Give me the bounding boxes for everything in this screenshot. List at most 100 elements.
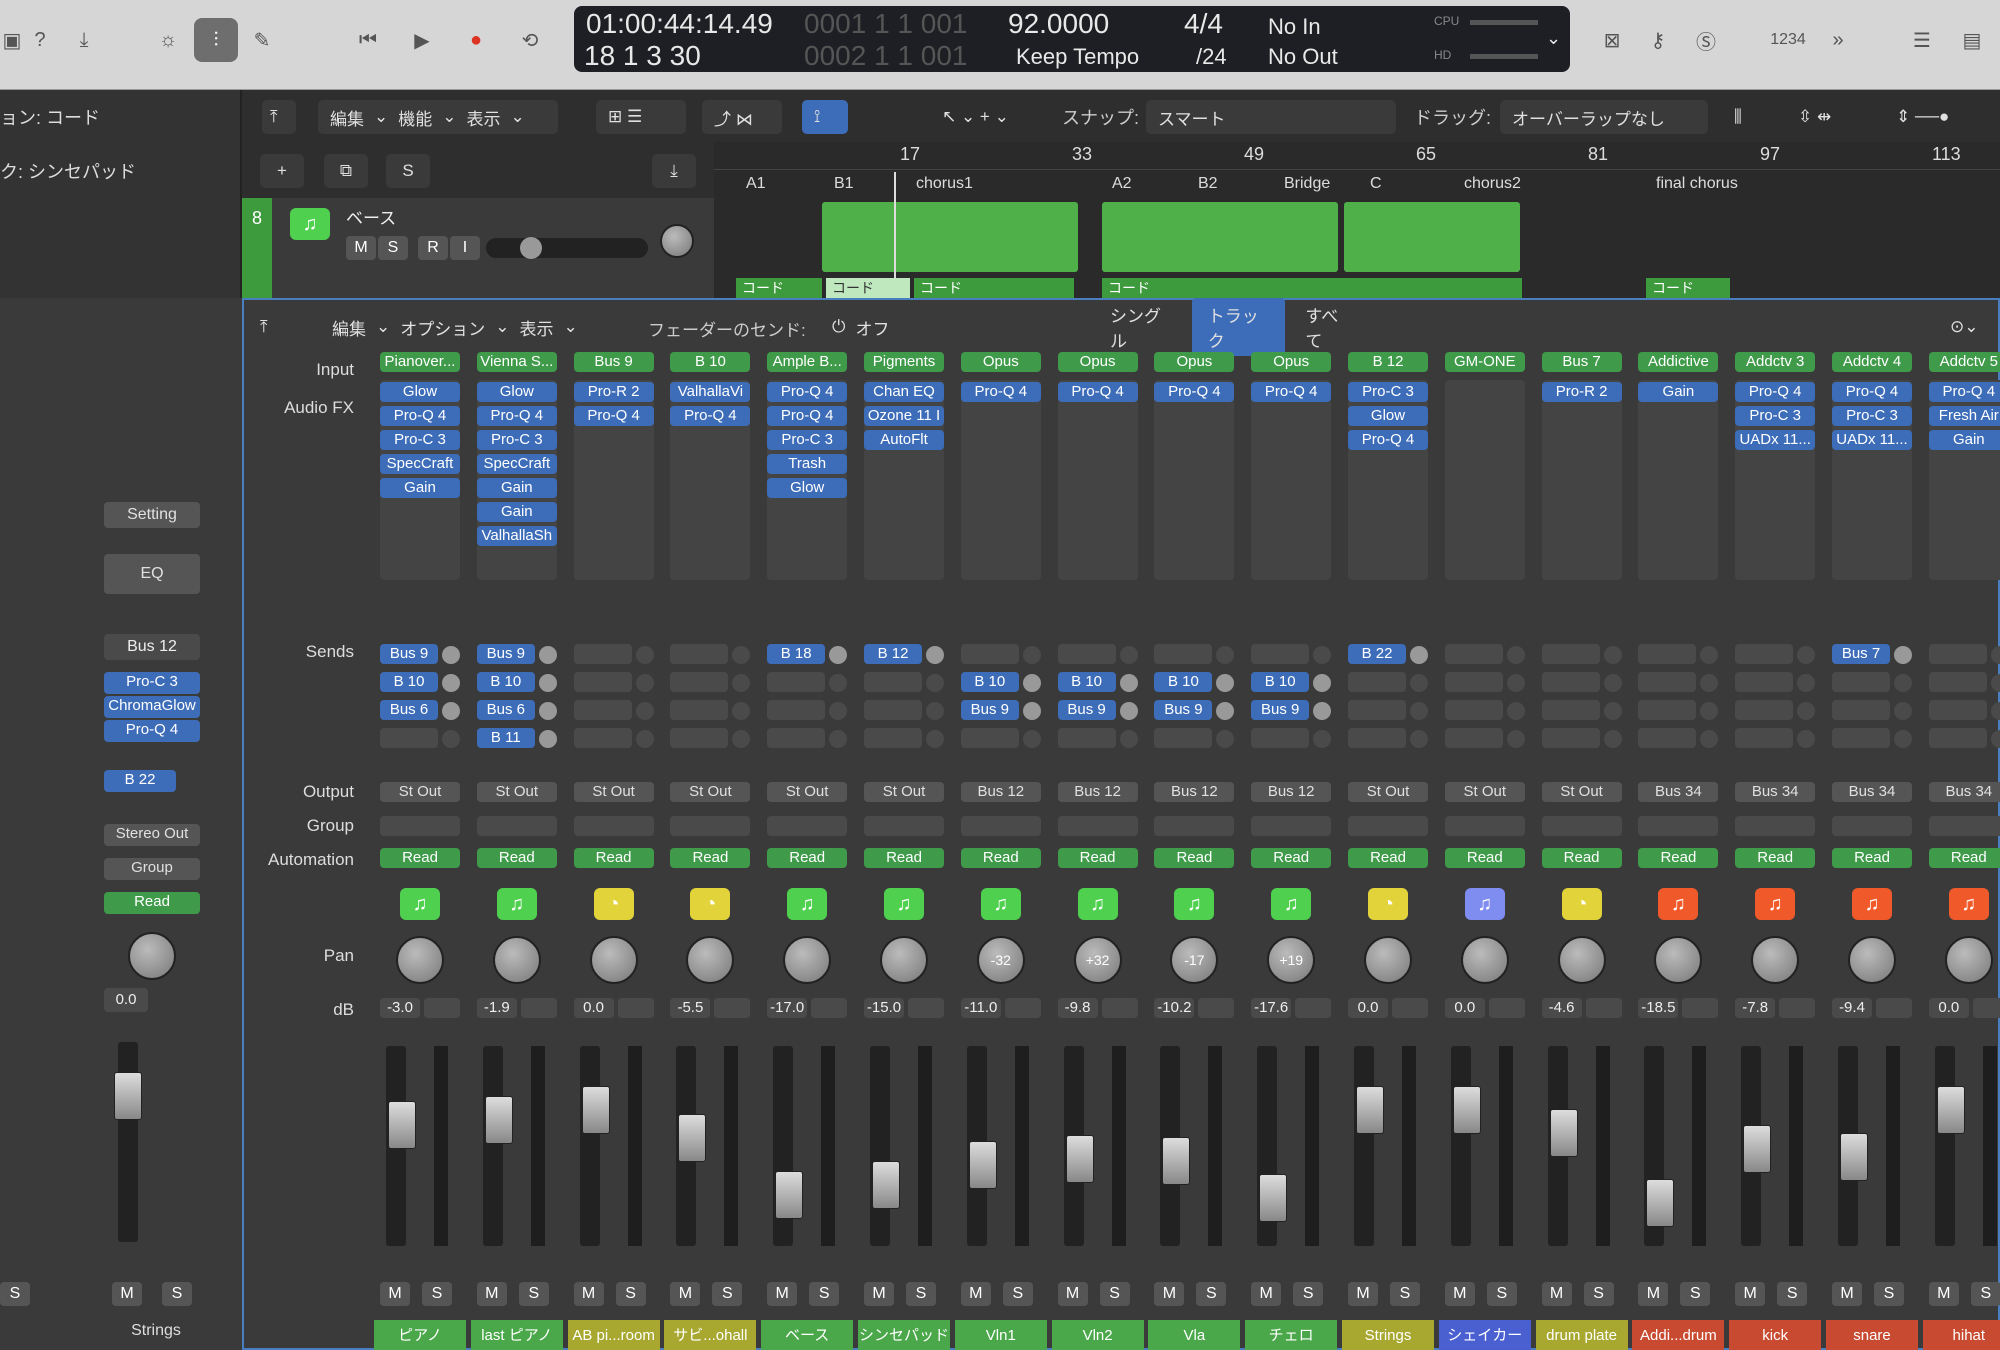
strip-name[interactable]: Addi...drum: [1632, 1320, 1725, 1350]
tempo-mode[interactable]: Keep Tempo: [1016, 44, 1139, 70]
output-slot[interactable]: St Out: [767, 782, 848, 802]
volume-fader[interactable]: [676, 1046, 707, 1246]
solo-button[interactable]: S: [422, 1282, 452, 1306]
input-slot[interactable]: Addctv 5: [1928, 352, 2000, 372]
send-level-knob[interactable]: [442, 730, 460, 748]
mute-button[interactable]: M: [1444, 1282, 1475, 1306]
back-icon[interactable]: ⤒: [262, 100, 296, 134]
view-segmented[interactable]: シングル トラック すべて: [1090, 298, 1370, 356]
volume-db[interactable]: -4.6: [1541, 998, 1582, 1018]
fx-area[interactable]: [1057, 380, 1138, 580]
pan-knob[interactable]: [1848, 936, 1896, 984]
volume-fader[interactable]: [1644, 1046, 1675, 1246]
audio-fx-slot[interactable]: Pro-Q 4: [670, 406, 751, 426]
group-slot[interactable]: [573, 816, 654, 836]
pan-knob[interactable]: -17: [1170, 936, 1219, 984]
group-slot[interactable]: [476, 816, 557, 836]
send-slot[interactable]: [1735, 672, 1794, 692]
audio-fx-slot[interactable]: Pro-C 3: [1832, 406, 1912, 426]
solo-button[interactable]: S: [378, 236, 408, 260]
strip-name[interactable]: シェイカー: [1438, 1320, 1531, 1350]
marker-a2[interactable]: A2: [1112, 175, 1132, 193]
output-slot[interactable]: Bus 12: [1251, 782, 1332, 802]
send-level-knob[interactable]: [635, 646, 654, 664]
audio-fx-slot[interactable]: ValhallaVi: [670, 382, 751, 402]
audio-fx-slot[interactable]: Pro-C 3: [476, 430, 557, 450]
close-x-icon[interactable]: ⊠: [1590, 18, 1634, 62]
send-level-knob[interactable]: [635, 730, 654, 748]
marker-bridge[interactable]: Bridge: [1284, 175, 1330, 193]
audio-fx-slot[interactable]: UADx 11...: [1735, 430, 1816, 450]
record-enable-button[interactable]: R: [418, 236, 448, 260]
send-slot[interactable]: [1928, 672, 1987, 692]
automation-mode[interactable]: Read: [670, 848, 751, 868]
volume-fader[interactable]: [1354, 1046, 1384, 1246]
automation-mode[interactable]: Read: [1444, 848, 1525, 868]
solo-button[interactable]: S: [518, 1282, 549, 1306]
send-level-knob[interactable]: [732, 702, 751, 720]
send-level-knob[interactable]: [1313, 674, 1332, 692]
volume-db[interactable]: -17.6: [1251, 998, 1292, 1018]
send-slot[interactable]: [960, 728, 1019, 748]
solo-button[interactable]: S: [712, 1282, 743, 1306]
send-slot[interactable]: [1348, 728, 1406, 748]
editor-icon[interactable]: ✎: [240, 18, 284, 62]
send-slot[interactable]: [1541, 644, 1600, 664]
menu-function[interactable]: 機能: [398, 105, 432, 130]
volume-db[interactable]: -17.0: [767, 998, 808, 1018]
pan-knob[interactable]: [1460, 936, 1509, 984]
strip-name[interactable]: サビ...ohall: [664, 1320, 757, 1350]
automation-mode[interactable]: Read: [1057, 848, 1138, 868]
pan-knob[interactable]: [1364, 936, 1412, 984]
browser-icon[interactable]: ▤: [1950, 18, 1994, 62]
marker-final-chorus[interactable]: final chorus: [1656, 175, 1738, 193]
send-slot[interactable]: [1832, 672, 1890, 692]
send-level-knob[interactable]: [1700, 674, 1719, 692]
mute-button[interactable]: M: [1154, 1282, 1185, 1306]
solo-button[interactable]: S: [1099, 1282, 1130, 1306]
input-slot[interactable]: Pianover...: [380, 352, 460, 372]
automation-mode[interactable]: Read: [1541, 848, 1622, 868]
send-level-knob[interactable]: [1894, 674, 1912, 692]
fx-area[interactable]: [1251, 380, 1332, 580]
audio-fx-slot[interactable]: Gain: [380, 478, 460, 498]
audio-fx-slot[interactable]: Glow: [767, 478, 848, 498]
volume-fader[interactable]: [579, 1046, 610, 1246]
pan-knob[interactable]: [1751, 936, 1800, 984]
send-level-knob[interactable]: [926, 646, 944, 664]
send-level-knob[interactable]: [1797, 730, 1816, 748]
send-level-knob[interactable]: [442, 646, 460, 664]
import-icon[interactable]: ⤓: [652, 154, 696, 188]
send-slot[interactable]: [864, 700, 922, 720]
send-slot[interactable]: [1638, 728, 1697, 748]
volume-db[interactable]: 0.0: [1928, 998, 1969, 1018]
pan-knob[interactable]: [396, 936, 444, 984]
send-level-knob[interactable]: [538, 674, 557, 692]
send-slot[interactable]: [1348, 700, 1406, 720]
send-slot[interactable]: [1541, 728, 1600, 748]
volume-fader[interactable]: [1450, 1046, 1481, 1246]
tuner-icon[interactable]: ⚷: [1636, 18, 1680, 62]
send-slot[interactable]: [1928, 700, 1987, 720]
mute-button[interactable]: M: [1251, 1282, 1282, 1306]
snap-select[interactable]: スマート: [1146, 100, 1396, 134]
mute-button[interactable]: M: [1057, 1282, 1088, 1306]
group-slot[interactable]: [380, 816, 460, 836]
send-slot[interactable]: [1735, 644, 1794, 664]
rewind-icon[interactable]: ⏮: [346, 18, 390, 62]
volume-db[interactable]: -5.5: [670, 998, 711, 1018]
pan-knob[interactable]: +19: [1267, 936, 1316, 984]
send-slot[interactable]: B 10: [960, 672, 1019, 692]
automation-mode[interactable]: Read: [1154, 848, 1235, 868]
audio-fx-slot[interactable]: Gain: [476, 478, 557, 498]
automation-mode[interactable]: Read: [864, 848, 944, 868]
tool-pointer-icon[interactable]: ↖ ⌄ + ⌄: [930, 100, 1030, 134]
volume-db[interactable]: -9.4: [1832, 998, 1872, 1018]
pan-knob[interactable]: [1557, 936, 1606, 984]
volume-slider[interactable]: [486, 237, 648, 259]
solo-button[interactable]: S: [1970, 1282, 2000, 1306]
volume-db[interactable]: -1.9: [476, 998, 517, 1018]
output-slot[interactable]: Bus 12: [1057, 782, 1138, 802]
view-all[interactable]: すべて: [1289, 298, 1366, 356]
audio-fx-slot[interactable]: Pro-Q 4: [1057, 382, 1138, 402]
